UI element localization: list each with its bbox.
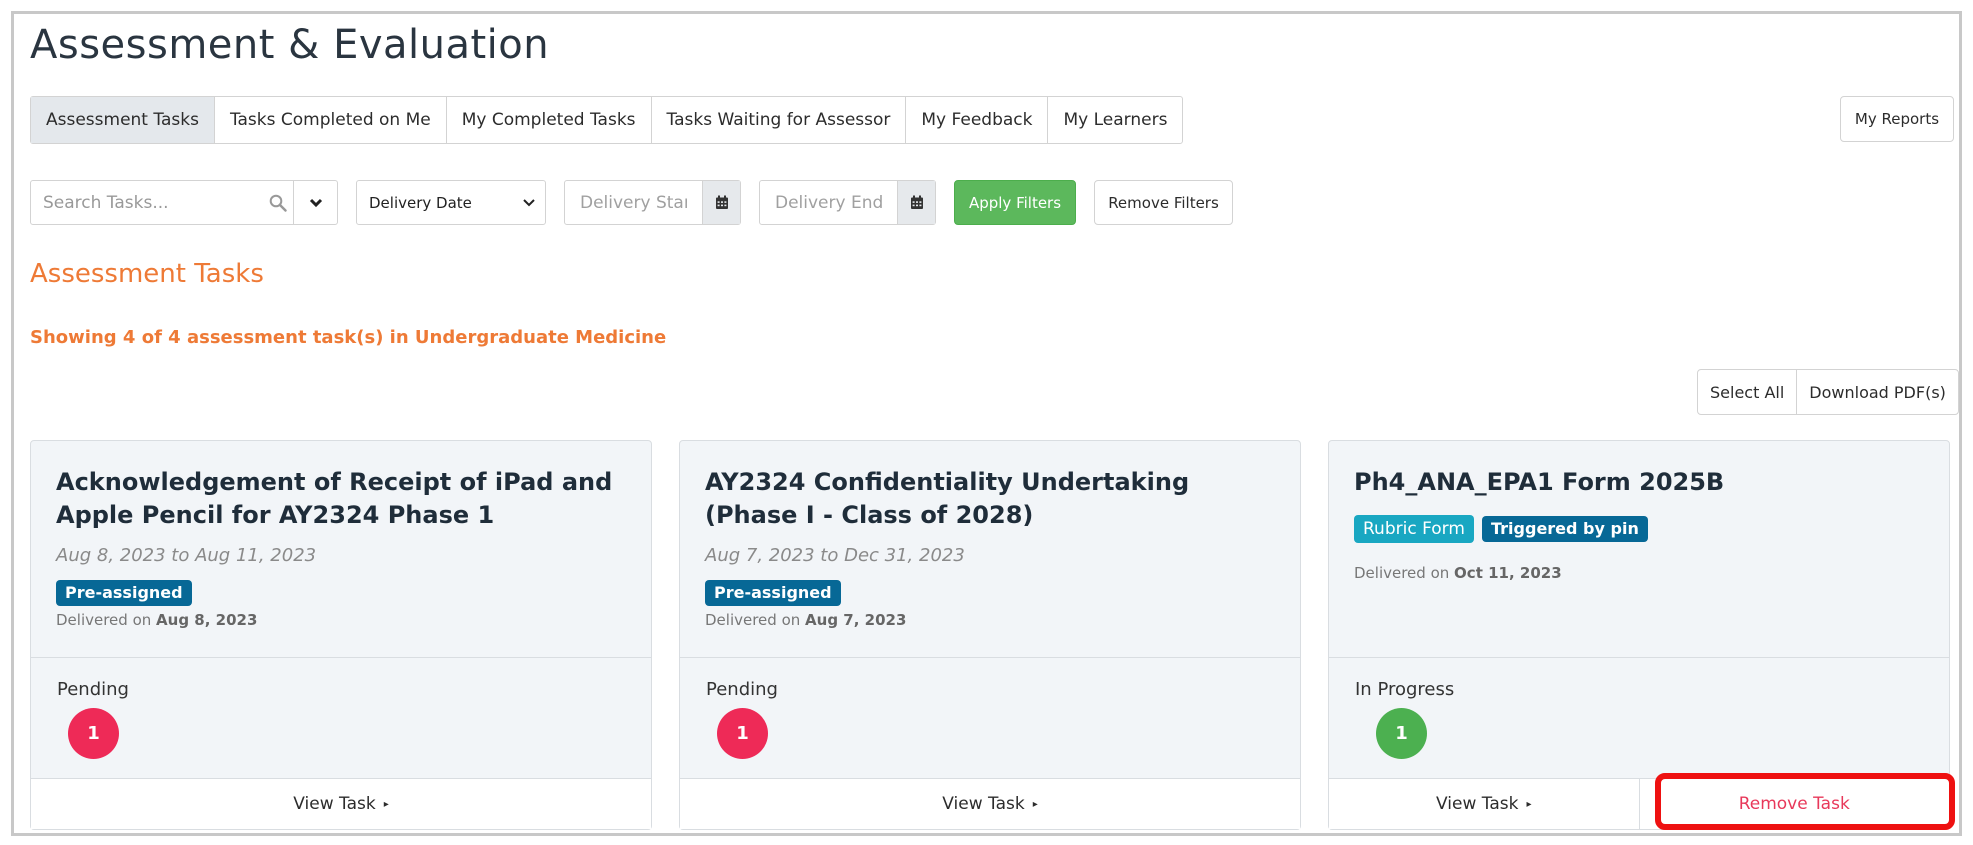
delivery-end-input[interactable] [760,181,897,224]
task-date-range: Aug 8, 2023 to Aug 11, 2023 [56,545,317,566]
tab-assessment-tasks[interactable]: Assessment Tasks [31,97,215,143]
delivery-end-group [759,180,936,225]
card-footer: View Task ▸ [31,778,651,829]
chevron-down-icon [523,198,535,206]
tab-tasks-waiting-for-assessor[interactable]: Tasks Waiting for Assessor [652,97,907,143]
view-task-button[interactable]: View Task ▸ [1329,779,1640,829]
search-options-dropdown[interactable] [293,181,337,224]
tab-my-learners[interactable]: My Learners [1048,97,1182,143]
tab-tasks-completed-on-me[interactable]: Tasks Completed on Me [215,97,447,143]
delivered-date: Aug 7, 2023 [805,611,907,629]
card-divider [680,657,1300,658]
task-status: Pending [706,679,778,700]
view-task-button[interactable]: View Task ▸ [31,779,651,829]
remove-task-button[interactable]: Remove Task [1640,779,1950,829]
delivered-prefix: Delivered on [1354,564,1450,582]
in-progress-count-badge: 1 [1376,708,1427,759]
my-reports-button[interactable]: My Reports [1840,96,1954,142]
page-title: Assessment & Evaluation [30,22,550,68]
task-status: In Progress [1355,679,1455,700]
delivery-start-input[interactable] [565,181,702,224]
delivered-info: Delivered on Aug 7, 2023 [705,611,906,629]
apply-filters-button[interactable]: Apply Filters [954,180,1076,225]
download-pdfs-button[interactable]: Download PDF(s) [1797,370,1958,414]
search-input[interactable] [31,181,263,224]
task-card: Ph4_ANA_EPA1 Form 2025B Rubric Form Trig… [1328,440,1950,830]
section-title: Assessment Tasks [30,259,264,289]
task-title[interactable]: AY2324 Confidentiality Undertaking (Phas… [705,466,1275,532]
search-group [30,180,338,225]
caret-right-icon: ▸ [383,798,389,810]
tab-my-completed-tasks[interactable]: My Completed Tasks [447,97,652,143]
pending-count-badge: 1 [717,708,768,759]
task-status: Pending [57,679,129,700]
triggered-by-pin-badge: Triggered by pin [1482,516,1648,542]
pre-assigned-badge: Pre-assigned [705,580,841,606]
select-all-button[interactable]: Select All [1698,370,1798,414]
card-divider [1329,657,1949,658]
tab-my-feedback[interactable]: My Feedback [906,97,1049,143]
card-footer: View Task ▸ [680,778,1300,829]
delivered-prefix: Delivered on [705,611,801,629]
task-card: Acknowledgement of Receipt of iPad and A… [30,440,652,830]
task-title[interactable]: Ph4_ANA_EPA1 Form 2025B [1354,466,1924,499]
caret-right-icon: ▸ [1526,798,1532,810]
tab-bar: Assessment Tasks Tasks Completed on Me M… [30,96,1184,144]
delivered-info: Delivered on Oct 11, 2023 [1354,564,1562,582]
remove-filters-button[interactable]: Remove Filters [1094,180,1233,225]
view-task-label: View Task [942,794,1025,814]
rubric-form-badge: Rubric Form [1354,515,1474,543]
search-icon[interactable] [263,181,293,224]
task-date-range: Aug 7, 2023 to Dec 31, 2023 [705,545,965,566]
task-card: AY2324 Confidentiality Undertaking (Phas… [679,440,1301,830]
delivery-start-group [564,180,741,225]
calendar-icon[interactable] [702,181,740,224]
pre-assigned-badge: Pre-assigned [56,580,192,606]
delivered-prefix: Delivered on [56,611,152,629]
results-summary: Showing 4 of 4 assessment task(s) in Und… [30,327,667,348]
view-task-label: View Task [293,794,376,814]
date-type-value: Delivery Date [369,193,472,212]
task-title[interactable]: Acknowledgement of Receipt of iPad and A… [56,466,626,532]
delivered-date: Oct 11, 2023 [1454,564,1562,582]
view-task-button[interactable]: View Task ▸ [680,779,1300,829]
pending-count-badge: 1 [68,708,119,759]
delivered-date: Aug 8, 2023 [156,611,258,629]
caret-right-icon: ▸ [1032,798,1038,810]
card-footer: View Task ▸ Remove Task [1329,778,1949,829]
calendar-icon[interactable] [897,181,935,224]
bulk-actions-group: Select All Download PDF(s) [1697,369,1959,415]
view-task-label: View Task [1436,794,1519,814]
date-type-select[interactable]: Delivery Date [356,180,546,225]
delivered-info: Delivered on Aug 8, 2023 [56,611,257,629]
chevron-down-icon [309,198,322,207]
card-divider [31,657,651,658]
